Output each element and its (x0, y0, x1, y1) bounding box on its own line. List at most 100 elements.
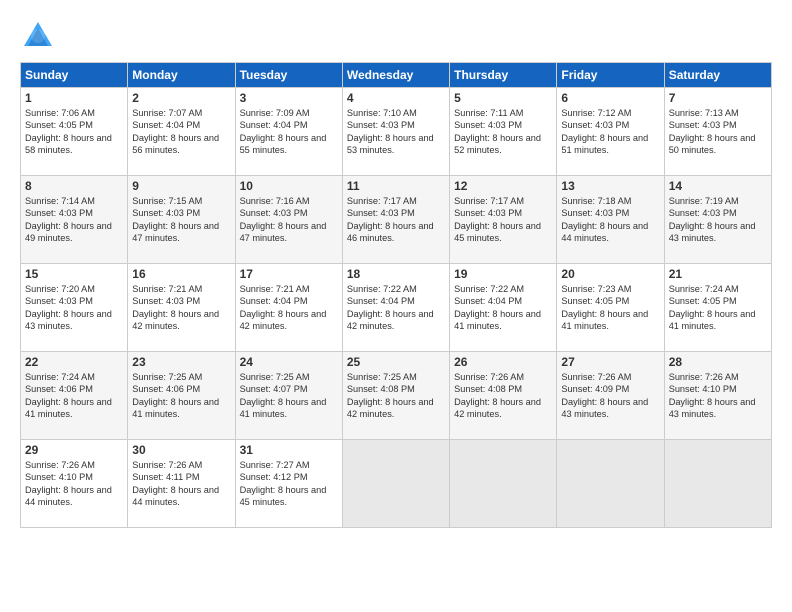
calendar-cell: 31 Sunrise: 7:27 AMSunset: 4:12 PMDayligh… (235, 440, 342, 528)
cell-text: Sunrise: 7:21 AMSunset: 4:04 PMDaylight:… (240, 284, 327, 331)
cell-text: Sunrise: 7:27 AMSunset: 4:12 PMDaylight:… (240, 460, 327, 507)
cell-text: Sunrise: 7:18 AMSunset: 4:03 PMDaylight:… (561, 196, 648, 243)
cell-text: Sunrise: 7:17 AMSunset: 4:03 PMDaylight:… (454, 196, 541, 243)
cell-text: Sunrise: 7:10 AMSunset: 4:03 PMDaylight:… (347, 108, 434, 155)
cell-text: Sunrise: 7:21 AMSunset: 4:03 PMDaylight:… (132, 284, 219, 331)
calendar-cell: 4 Sunrise: 7:10 AMSunset: 4:03 PMDaylight… (342, 88, 449, 176)
day-number: 21 (669, 267, 767, 281)
day-header-wednesday: Wednesday (342, 63, 449, 88)
calendar-week-row: 1 Sunrise: 7:06 AMSunset: 4:05 PMDaylight… (21, 88, 772, 176)
cell-text: Sunrise: 7:15 AMSunset: 4:03 PMDaylight:… (132, 196, 219, 243)
cell-text: Sunrise: 7:19 AMSunset: 4:03 PMDaylight:… (669, 196, 756, 243)
day-header-sunday: Sunday (21, 63, 128, 88)
calendar-page: SundayMondayTuesdayWednesdayThursdayFrid… (0, 0, 792, 612)
day-number: 18 (347, 267, 445, 281)
day-number: 14 (669, 179, 767, 193)
cell-text: Sunrise: 7:13 AMSunset: 4:03 PMDaylight:… (669, 108, 756, 155)
calendar-header-row: SundayMondayTuesdayWednesdayThursdayFrid… (21, 63, 772, 88)
calendar-cell: 14 Sunrise: 7:19 AMSunset: 4:03 PMDayligh… (664, 176, 771, 264)
day-header-friday: Friday (557, 63, 664, 88)
calendar-cell: 26 Sunrise: 7:26 AMSunset: 4:08 PMDayligh… (450, 352, 557, 440)
day-number: 23 (132, 355, 230, 369)
calendar-cell: 27Sunrise: 7:26 AMSunset: 4:09 PMDayligh… (557, 352, 664, 440)
day-header-thursday: Thursday (450, 63, 557, 88)
cell-text: Sunrise: 7:26 AMSunset: 4:10 PMDaylight:… (25, 460, 112, 507)
calendar-week-row: 15 Sunrise: 7:20 AMSunset: 4:03 PMDayligh… (21, 264, 772, 352)
calendar-cell: 28Sunrise: 7:26 AMSunset: 4:10 PMDayligh… (664, 352, 771, 440)
cell-text: Sunrise: 7:25 AMSunset: 4:06 PMDaylight:… (132, 372, 219, 419)
cell-text: Sunrise: 7:12 AMSunset: 4:03 PMDaylight:… (561, 108, 648, 155)
day-number: 30 (132, 443, 230, 457)
day-number: 11 (347, 179, 445, 193)
calendar-cell: 8 Sunrise: 7:14 AMSunset: 4:03 PMDaylight… (21, 176, 128, 264)
cell-text: Sunrise: 7:09 AMSunset: 4:04 PMDaylight:… (240, 108, 327, 155)
calendar-cell: 6 Sunrise: 7:12 AMSunset: 4:03 PMDaylight… (557, 88, 664, 176)
cell-text: Sunrise: 7:24 AMSunset: 4:06 PMDaylight:… (25, 372, 112, 419)
cell-text: Sunrise: 7:11 AMSunset: 4:03 PMDaylight:… (454, 108, 541, 155)
calendar-cell: 1 Sunrise: 7:06 AMSunset: 4:05 PMDaylight… (21, 88, 128, 176)
day-number: 9 (132, 179, 230, 193)
cell-text: Sunrise: 7:17 AMSunset: 4:03 PMDaylight:… (347, 196, 434, 243)
calendar-cell: 30 Sunrise: 7:26 AMSunset: 4:11 PMDayligh… (128, 440, 235, 528)
calendar-cell: 10Sunrise: 7:16 AMSunset: 4:03 PMDayligh… (235, 176, 342, 264)
cell-text: Sunrise: 7:26 AMSunset: 4:09 PMDaylight:… (561, 372, 648, 419)
cell-text: Sunrise: 7:26 AMSunset: 4:08 PMDaylight:… (454, 372, 541, 419)
calendar-week-row: 8 Sunrise: 7:14 AMSunset: 4:03 PMDaylight… (21, 176, 772, 264)
day-number: 13 (561, 179, 659, 193)
day-number: 1 (25, 91, 123, 105)
day-number: 20 (561, 267, 659, 281)
calendar-table: SundayMondayTuesdayWednesdayThursdayFrid… (20, 62, 772, 528)
cell-text: Sunrise: 7:25 AMSunset: 4:07 PMDaylight:… (240, 372, 327, 419)
cell-text: Sunrise: 7:26 AMSunset: 4:11 PMDaylight:… (132, 460, 219, 507)
calendar-cell: 25 Sunrise: 7:25 AMSunset: 4:08 PMDayligh… (342, 352, 449, 440)
day-number: 8 (25, 179, 123, 193)
calendar-cell: 11 Sunrise: 7:17 AMSunset: 4:03 PMDayligh… (342, 176, 449, 264)
cell-text: Sunrise: 7:07 AMSunset: 4:04 PMDaylight:… (132, 108, 219, 155)
cell-text: Sunrise: 7:14 AMSunset: 4:03 PMDaylight:… (25, 196, 112, 243)
calendar-cell: 2 Sunrise: 7:07 AMSunset: 4:04 PMDaylight… (128, 88, 235, 176)
cell-text: Sunrise: 7:22 AMSunset: 4:04 PMDaylight:… (347, 284, 434, 331)
day-number: 3 (240, 91, 338, 105)
calendar-cell (557, 440, 664, 528)
day-number: 29 (25, 443, 123, 457)
calendar-cell (342, 440, 449, 528)
calendar-cell: 7 Sunrise: 7:13 AMSunset: 4:03 PMDaylight… (664, 88, 771, 176)
calendar-cell: 15 Sunrise: 7:20 AMSunset: 4:03 PMDayligh… (21, 264, 128, 352)
day-number: 6 (561, 91, 659, 105)
calendar-cell: 5 Sunrise: 7:11 AMSunset: 4:03 PMDaylight… (450, 88, 557, 176)
day-number: 28 (669, 355, 767, 369)
day-number: 5 (454, 91, 552, 105)
day-number: 12 (454, 179, 552, 193)
calendar-cell: 17Sunrise: 7:21 AMSunset: 4:04 PMDayligh… (235, 264, 342, 352)
day-number: 7 (669, 91, 767, 105)
day-number: 4 (347, 91, 445, 105)
calendar-cell: 18 Sunrise: 7:22 AMSunset: 4:04 PMDayligh… (342, 264, 449, 352)
calendar-week-row: 22 Sunrise: 7:24 AMSunset: 4:06 PMDayligh… (21, 352, 772, 440)
calendar-cell: 19 Sunrise: 7:22 AMSunset: 4:04 PMDayligh… (450, 264, 557, 352)
calendar-cell: 13 Sunrise: 7:18 AMSunset: 4:03 PMDayligh… (557, 176, 664, 264)
day-number: 2 (132, 91, 230, 105)
calendar-cell: 3 Sunrise: 7:09 AMSunset: 4:04 PMDaylight… (235, 88, 342, 176)
day-number: 31 (240, 443, 338, 457)
day-number: 19 (454, 267, 552, 281)
cell-text: Sunrise: 7:23 AMSunset: 4:05 PMDaylight:… (561, 284, 648, 331)
cell-text: Sunrise: 7:22 AMSunset: 4:04 PMDaylight:… (454, 284, 541, 331)
calendar-cell (664, 440, 771, 528)
cell-text: Sunrise: 7:06 AMSunset: 4:05 PMDaylight:… (25, 108, 112, 155)
day-number: 22 (25, 355, 123, 369)
calendar-cell: 22 Sunrise: 7:24 AMSunset: 4:06 PMDayligh… (21, 352, 128, 440)
calendar-cell (450, 440, 557, 528)
day-number: 15 (25, 267, 123, 281)
calendar-week-row: 29 Sunrise: 7:26 AMSunset: 4:10 PMDayligh… (21, 440, 772, 528)
day-number: 26 (454, 355, 552, 369)
calendar-cell: 29 Sunrise: 7:26 AMSunset: 4:10 PMDayligh… (21, 440, 128, 528)
day-number: 25 (347, 355, 445, 369)
logo (20, 18, 58, 54)
calendar-cell: 23 Sunrise: 7:25 AMSunset: 4:06 PMDayligh… (128, 352, 235, 440)
calendar-cell: 16Sunrise: 7:21 AMSunset: 4:03 PMDayligh… (128, 264, 235, 352)
cell-text: Sunrise: 7:25 AMSunset: 4:08 PMDaylight:… (347, 372, 434, 419)
cell-text: Sunrise: 7:20 AMSunset: 4:03 PMDaylight:… (25, 284, 112, 331)
day-header-tuesday: Tuesday (235, 63, 342, 88)
calendar-cell: 21Sunrise: 7:24 AMSunset: 4:05 PMDayligh… (664, 264, 771, 352)
day-header-monday: Monday (128, 63, 235, 88)
